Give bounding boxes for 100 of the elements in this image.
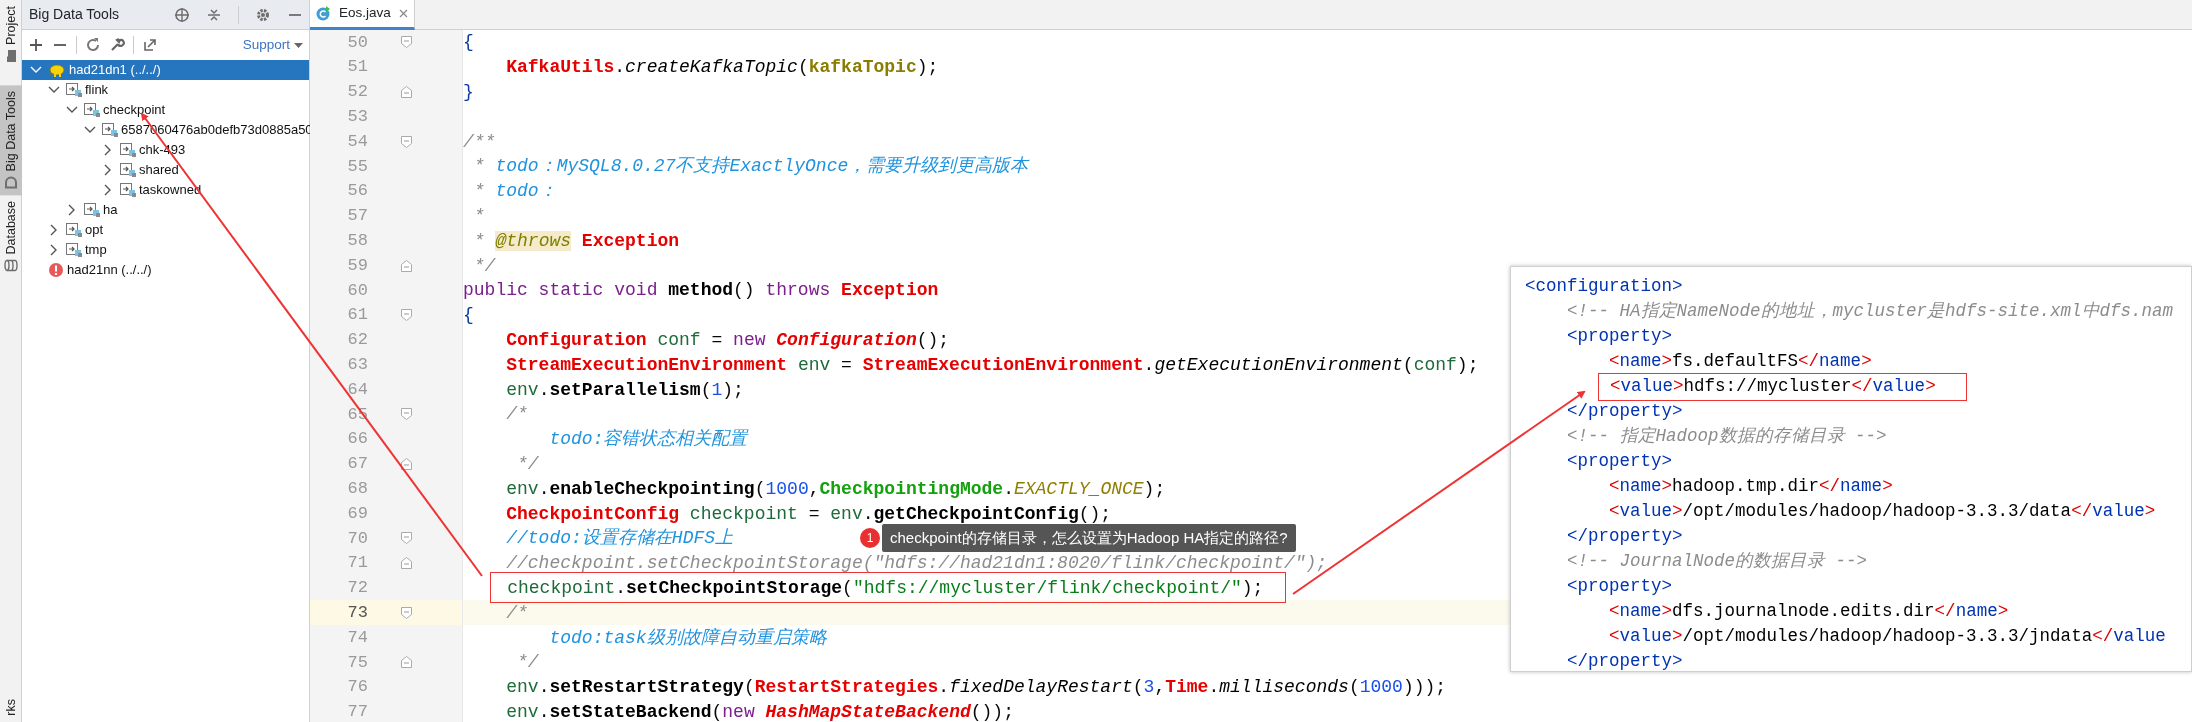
editor-tab[interactable]: Eos.java: [310, 0, 415, 30]
code-text: /*: [506, 603, 528, 622]
line-number: 70: [346, 527, 368, 550]
side-tab[interactable]: Project: [0, 0, 22, 71]
line-number: 53: [346, 106, 368, 129]
fold-icon[interactable]: [401, 135, 412, 148]
tree-item[interactable]: had21nn (../../): [22, 260, 309, 280]
line-number: 67: [346, 453, 368, 476]
code-text: /**: [463, 132, 496, 151]
tree-item[interactable]: ha: [22, 200, 309, 220]
code-line: <!-- 指定Hadoop数据的存储目录 -->: [1567, 427, 1887, 446]
code-line: <!-- HA指定NameNode的地址，mycluster是hdfs-site.xml中dfs.nam: [1567, 302, 2174, 321]
code-text: * todo：MySQL8.0.27不支持ExactlyOnce，需要升级到更高版本: [473, 157, 1029, 176]
folder-icon: [120, 162, 136, 178]
code-text: //todo:设置存储在HDFS上: [506, 529, 734, 548]
open-external-icon[interactable]: [142, 37, 158, 53]
line-number: 71: [346, 552, 368, 575]
error-icon: [48, 262, 64, 278]
side-tab[interactable]: Big Data Tools: [0, 84, 22, 196]
code-text: env.setParallelism(1);: [506, 380, 744, 399]
tree-item[interactable]: tmp: [22, 240, 309, 260]
code-text: public static void method() throws Exception: [463, 281, 939, 300]
wrench-icon[interactable]: [109, 37, 125, 53]
code-text: */: [517, 454, 539, 473]
code-text: * @throws Exception: [473, 231, 680, 250]
side-tab[interactable]: Database: [0, 195, 22, 279]
code-line: <value>hdfs://mycluster</value>: [1610, 377, 1936, 396]
code-line: <configuration>: [1525, 277, 1683, 296]
code-line: <property>: [1567, 327, 1673, 346]
line-number: 73: [346, 602, 368, 624]
code-text: *: [473, 206, 485, 225]
code-text: todo:容错状态相关配置: [549, 430, 748, 449]
tree-item[interactable]: checkpoint: [22, 100, 309, 120]
database-icon: [4, 258, 18, 273]
fold-icon[interactable]: [401, 259, 412, 272]
folder-icon: [66, 82, 82, 98]
code-text: Configuration conf = new Configuration();: [506, 330, 950, 349]
folder-icon: [4, 48, 18, 63]
line-number: 76: [346, 676, 368, 699]
line-number: 74: [346, 626, 368, 649]
code-text: {: [463, 33, 474, 52]
panel-title: Big Data Tools: [29, 5, 119, 24]
code-text: env.setStateBackend(new HashMapStateBackend());: [506, 702, 1014, 721]
line-number: 52: [346, 81, 368, 104]
caret-icon: [294, 42, 303, 48]
crosshair-icon[interactable]: [174, 6, 190, 23]
code-line: </property>: [1567, 527, 1683, 546]
code-text: */: [517, 653, 539, 672]
line-number: 75: [346, 651, 368, 674]
code-line: <value>/opt/modules/hadoop/hadoop-3.3.3/jndata</value: [1609, 627, 2166, 646]
fold-icon[interactable]: [401, 606, 412, 619]
fold-icon[interactable]: [401, 86, 412, 98]
line-number: 72: [346, 577, 368, 600]
line-number: 58: [346, 230, 368, 253]
code-text: {: [463, 306, 474, 325]
tree-label: tmp: [85, 241, 107, 260]
code-text: CheckpointConfig checkpoint = env.getCheckpointConfig();: [506, 504, 1112, 523]
elephant-icon: [48, 62, 66, 78]
close-icon[interactable]: [398, 9, 408, 18]
line-number: 54: [346, 130, 368, 153]
tree-label: had21dn1 (../../): [69, 61, 161, 80]
code-text: todo:task级别故障自动重启策略: [549, 628, 827, 647]
side-tab[interactable]: rks: [0, 693, 22, 722]
code-line: <name>dfs.journalnode.edits.dir</name>: [1609, 602, 2009, 621]
line-number: 77: [346, 701, 368, 722]
tree-item[interactable]: had21dn1 (../../): [22, 60, 309, 80]
tree-item[interactable]: flink: [22, 80, 309, 100]
fold-icon[interactable]: [401, 532, 412, 545]
refresh-icon[interactable]: [85, 37, 101, 53]
code-line: <name>hadoop.tmp.dir</name>: [1609, 477, 1893, 496]
fold-icon[interactable]: [401, 457, 412, 470]
fold-icon[interactable]: [401, 656, 412, 669]
tree-item[interactable]: shared: [22, 160, 309, 180]
folder-icon: [84, 102, 100, 118]
folder-icon: [66, 222, 82, 238]
add-icon[interactable]: [28, 37, 44, 53]
line-number: 61: [346, 304, 368, 327]
code-line: <property>: [1567, 577, 1673, 596]
code-text: //checkpoint.setCheckpointStorage("hdfs://had21dn1:8020/flink/checkpoint/");: [506, 554, 1328, 573]
line-number: 63: [346, 354, 368, 376]
line-number: 55: [346, 155, 368, 178]
fold-icon[interactable]: [401, 557, 412, 570]
folder-icon: [120, 182, 136, 198]
support-dropdown[interactable]: Support: [242, 34, 303, 56]
line-number: 59: [346, 254, 368, 277]
fold-icon[interactable]: [401, 408, 412, 421]
code-line: <!-- JournalNode的数据目录 -->: [1567, 552, 1868, 571]
code-text: StreamExecutionEnvironment env = StreamExecutionEnvironment.getExecutionEnvironment(conf);: [506, 355, 1479, 374]
fold-icon[interactable]: [401, 36, 412, 49]
folder-icon: [120, 142, 136, 158]
tree-label: had21nn (../../): [67, 261, 152, 280]
collapse-icon[interactable]: [206, 6, 222, 23]
folder-icon: [102, 122, 118, 138]
fold-icon[interactable]: [401, 309, 412, 322]
line-number: 68: [346, 478, 368, 500]
code-line: </property>: [1567, 402, 1683, 421]
settings-icon[interactable]: [255, 6, 271, 23]
tree-item[interactable]: opt: [22, 220, 309, 240]
code-text: */: [473, 256, 496, 275]
code-text: checkpoint.setCheckpointStorage("hdfs://mycluster/flink/checkpoint/");: [507, 578, 1264, 597]
